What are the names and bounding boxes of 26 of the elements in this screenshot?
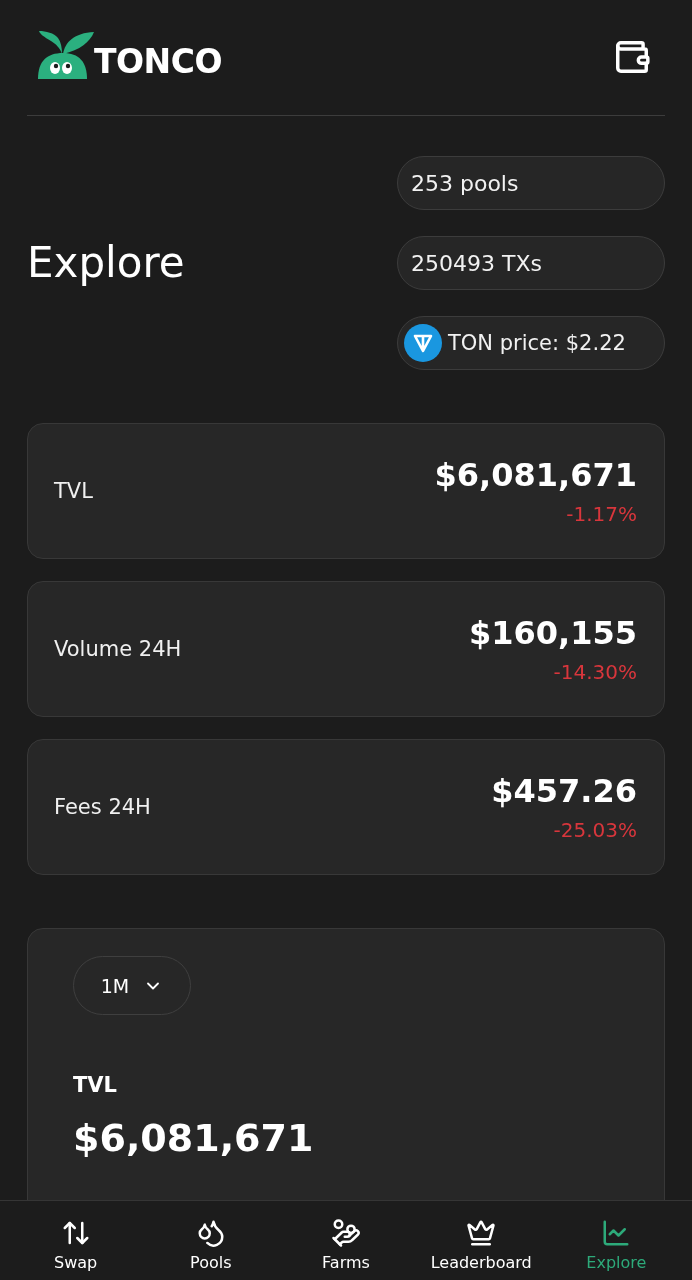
- nav-tab[interactable]: Leaderboard: [413, 1201, 549, 1280]
- stat-label: TVL: [54, 479, 93, 503]
- triangle-coin-icon: [404, 324, 442, 362]
- nav-tab[interactable]: Swap: [8, 1201, 144, 1280]
- stat-label: Volume 24H: [54, 637, 182, 661]
- price-text: TON price: $2.22: [448, 331, 626, 355]
- stat-change: -14.30%: [553, 660, 637, 684]
- stat-value: $457.26: [491, 772, 637, 810]
- hand-coin-icon: [331, 1218, 361, 1248]
- stat-value: $160,155: [469, 614, 637, 652]
- sprout-logo-icon: [38, 28, 94, 80]
- page-title: Explore: [27, 238, 185, 288]
- wallet-icon[interactable]: [613, 38, 651, 76]
- stat-change: -1.17%: [566, 502, 637, 526]
- stat-label: Fees 24H: [54, 795, 151, 819]
- stat-pill: 253 pools: [397, 156, 665, 210]
- stat-value: $6,081,671: [434, 456, 637, 494]
- nav-tab[interactable]: Explore: [548, 1201, 684, 1280]
- crown-icon: [466, 1218, 497, 1248]
- nav-tab[interactable]: Farms: [278, 1201, 414, 1280]
- chart-metric-label: TVL: [73, 1073, 117, 1097]
- stat-pill: 250493 TXs: [397, 236, 665, 290]
- stat-change: -25.03%: [553, 818, 637, 842]
- logo-wordmark: TONCO: [94, 45, 222, 79]
- nav-tab[interactable]: Pools: [143, 1201, 279, 1280]
- chart-metric-value: $6,081,671: [73, 1115, 314, 1161]
